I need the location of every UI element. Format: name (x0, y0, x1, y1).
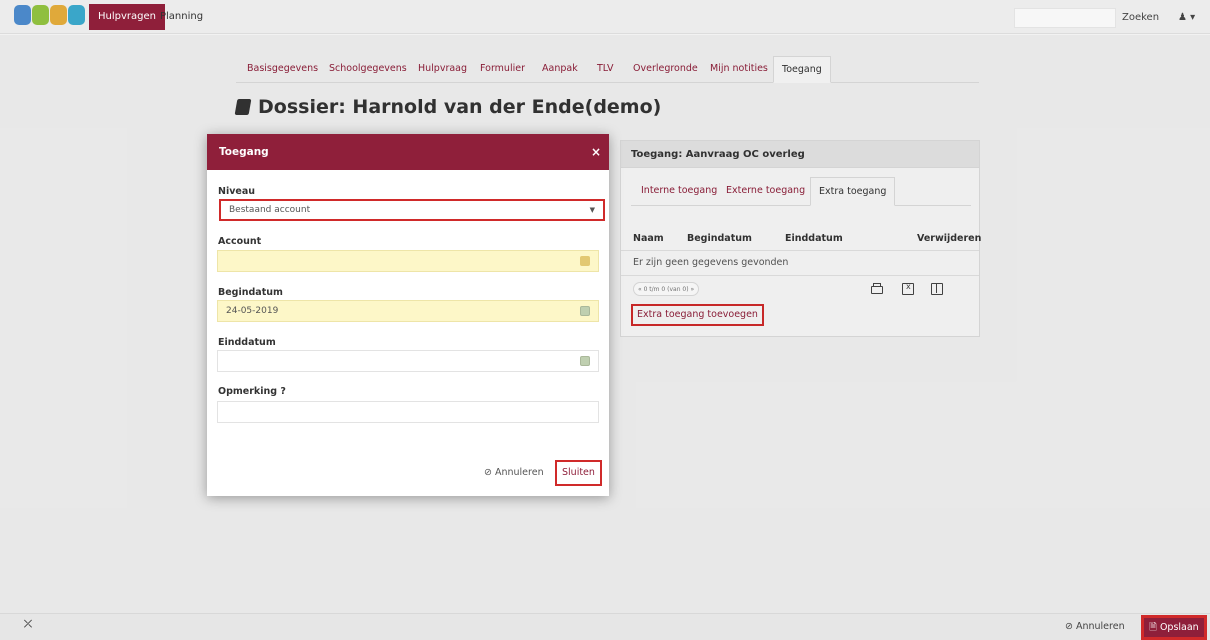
nav-planning[interactable]: Planning (160, 4, 203, 30)
account-field[interactable] (217, 250, 599, 272)
begindatum-value: 24-05-2019 (226, 306, 279, 316)
einddatum-field[interactable] (217, 350, 599, 372)
user-menu-caret: ▾ (1190, 12, 1196, 23)
close-icon[interactable]: × (588, 134, 604, 170)
nav-hulpvragen[interactable]: Hulpvragen (89, 4, 165, 30)
calendar-icon[interactable] (580, 306, 590, 316)
search-button[interactable]: Zoeken (1122, 8, 1159, 28)
save-button[interactable]: 🗎 Opslaan (1141, 615, 1207, 640)
modal-title: Toegang (219, 146, 269, 158)
user-menu[interactable]: ♟ ▾ (1178, 8, 1195, 28)
opmerking-field[interactable] (217, 401, 599, 423)
app-logo[interactable] (14, 5, 85, 25)
expand-icon[interactable]: ⤫ (24, 620, 34, 630)
search-input[interactable] (1014, 8, 1116, 28)
logo-block-4 (68, 5, 85, 25)
logo-block-2 (32, 5, 49, 25)
niveau-value: Bestaand account (229, 205, 311, 215)
logo-block-1 (14, 5, 31, 25)
niveau-label: Niveau (218, 186, 256, 197)
main-content: Basisgegevens Schoolgegevens Hulpvraag F… (0, 35, 1210, 613)
niveau-select[interactable]: Bestaand account ▼ (219, 199, 605, 221)
modal-header: Toegang × (207, 134, 609, 170)
close-button[interactable]: Sluiten (555, 460, 602, 486)
einddatum-label: Einddatum (218, 337, 276, 348)
chevron-down-icon: ▼ (589, 206, 595, 214)
calendar-icon[interactable] (580, 356, 590, 366)
begindatum-field[interactable]: 24-05-2019 (217, 300, 599, 322)
lookup-icon[interactable] (580, 256, 590, 266)
logo-block-3 (50, 5, 67, 25)
footer-cancel-button[interactable]: ⊘ Annuleren (1065, 618, 1125, 636)
cancel-button[interactable]: ⊘ Annuleren (484, 463, 544, 483)
user-icon: ♟ (1178, 12, 1187, 23)
footer-bar: ⤫ ⊘ Annuleren 🗎 Opslaan (0, 613, 1210, 640)
account-label: Account (218, 236, 262, 247)
top-navigation-bar: Hulpvragen Planning Zoeken ♟ ▾ (0, 0, 1210, 34)
begindatum-label: Begindatum (218, 287, 283, 298)
opmerking-label: Opmerking ? (218, 386, 286, 397)
access-modal: Toegang × Niveau Bestaand account ▼ Acco… (207, 134, 609, 496)
